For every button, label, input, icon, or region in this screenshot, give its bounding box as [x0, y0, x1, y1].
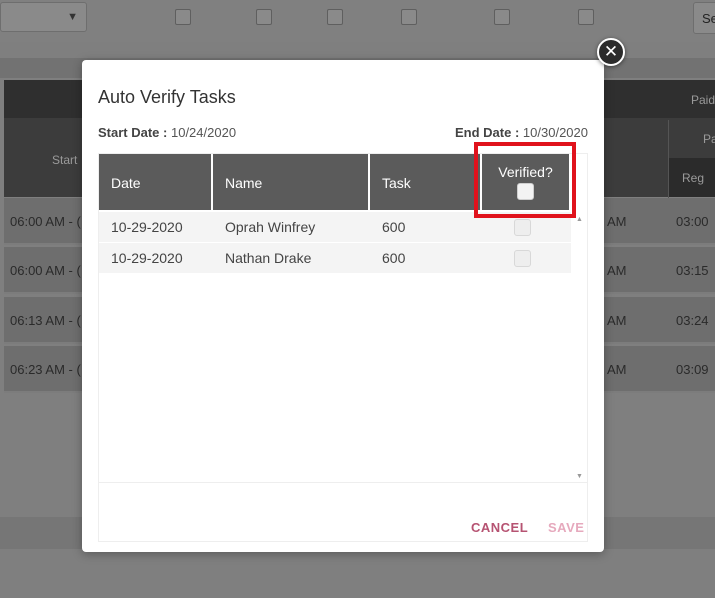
- table-row[interactable]: 10-29-2020 Oprah Winfrey 600: [99, 212, 571, 243]
- column-header-label: Task: [382, 175, 411, 191]
- column-header-label: Name: [225, 175, 263, 191]
- column-header-verified: Verified?: [482, 154, 569, 210]
- start-date: Start Date : 10/24/2020: [98, 125, 236, 140]
- filter-checkbox[interactable]: [327, 9, 343, 25]
- row-reg-hours: 03:09: [676, 362, 709, 377]
- scroll-up-arrow-icon[interactable]: ▲: [576, 216, 583, 223]
- row-time-suffix: AM: [607, 263, 627, 278]
- column-header-task[interactable]: Task: [370, 154, 480, 210]
- table-row[interactable]: 10-29-2020 Nathan Drake 600: [99, 243, 571, 274]
- row-start-time: 06:23 AM - (: [10, 362, 81, 377]
- cell-name: Nathan Drake: [213, 243, 368, 273]
- verify-all-checkbox[interactable]: [517, 183, 534, 200]
- row-reg-hours: 03:24: [676, 313, 709, 328]
- row-start-time: 06:00 AM - (: [10, 263, 81, 278]
- row-reg-hours: 03:00: [676, 214, 709, 229]
- column-header-label: Verified?: [498, 164, 553, 180]
- cell-name: Oprah Winfrey: [213, 212, 368, 242]
- cell-verified: [482, 212, 569, 242]
- end-date-label: End Date :: [455, 125, 520, 140]
- grid-header: Date Name Task Verified?: [99, 154, 571, 212]
- grid-scrollbar[interactable]: ▲ ▼: [571, 216, 587, 480]
- cell-text: Nathan Drake: [225, 250, 312, 266]
- save-button[interactable]: SAVE: [548, 520, 584, 535]
- row-time-suffix: AM: [607, 214, 627, 229]
- filter-checkbox[interactable]: [401, 9, 417, 25]
- background-header-pa: Pa: [703, 132, 715, 146]
- row-start-time: 06:13 AM - (: [10, 313, 81, 328]
- column-header-label: Date: [111, 175, 141, 191]
- start-date-value: 10/24/2020: [170, 125, 237, 140]
- scroll-down-arrow-icon[interactable]: ▼: [576, 473, 583, 480]
- start-date-label: Start Date :: [98, 125, 168, 140]
- filter-checkbox[interactable]: [256, 9, 272, 25]
- tasks-grid: Date Name Task Verified? 10-29-2020 Opra…: [98, 153, 588, 542]
- cell-text: 10-29-2020: [111, 219, 183, 235]
- cell-task: 600: [370, 212, 480, 242]
- grid-body: 10-29-2020 Oprah Winfrey 600 10-29-2020 …: [99, 212, 571, 274]
- background-header-paid: Paid: [691, 93, 715, 107]
- filter-bar: [0, 0, 715, 42]
- filter-checkbox[interactable]: [175, 9, 191, 25]
- cell-text: Oprah Winfrey: [225, 219, 316, 235]
- cell-date: 10-29-2020: [99, 212, 211, 242]
- cell-text: 10-29-2020: [111, 250, 183, 266]
- cancel-button[interactable]: CANCEL: [471, 520, 528, 535]
- grid-divider: [99, 482, 587, 483]
- close-icon[interactable]: ✕: [597, 38, 625, 66]
- column-header-name[interactable]: Name: [213, 154, 368, 210]
- filter-dropdown[interactable]: ▼: [0, 2, 87, 32]
- cell-text: 600: [382, 250, 406, 266]
- row-reg-hours: 03:15: [676, 263, 709, 278]
- cell-task: 600: [370, 243, 480, 273]
- end-date: End Date : 10/30/2020: [455, 125, 588, 140]
- row-time-suffix: AM: [607, 313, 627, 328]
- verified-checkbox[interactable]: [514, 219, 531, 236]
- cell-verified: [482, 243, 569, 273]
- background-select-button[interactable]: Se: [693, 2, 715, 34]
- filter-checkbox[interactable]: [494, 9, 510, 25]
- column-header-date[interactable]: Date: [99, 154, 211, 210]
- cell-date: 10-29-2020: [99, 243, 211, 273]
- row-start-time: 06:00 AM - (: [10, 214, 81, 229]
- auto-verify-modal: Auto Verify Tasks Start Date : 10/24/202…: [82, 60, 604, 552]
- modal-title: Auto Verify Tasks: [98, 87, 236, 107]
- cell-text: 600: [382, 219, 406, 235]
- background-subheader-reg-cell: Reg: [669, 158, 715, 197]
- row-time-suffix: AM: [607, 362, 627, 377]
- verified-checkbox[interactable]: [514, 250, 531, 267]
- chevron-down-icon: ▼: [67, 11, 78, 23]
- background-header-reg: Reg: [682, 171, 705, 185]
- background-header-start: Start: [52, 153, 78, 167]
- filter-checkbox[interactable]: [578, 9, 594, 25]
- end-date-value: 10/30/2020: [522, 125, 588, 140]
